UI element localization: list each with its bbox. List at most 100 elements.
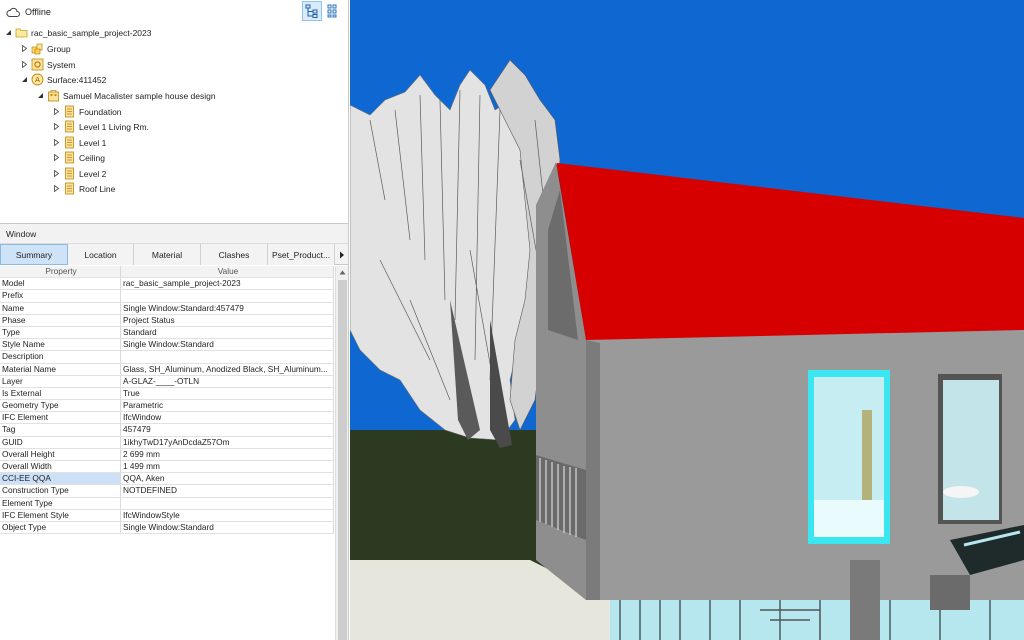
property-value: 1 499 mm bbox=[121, 461, 334, 473]
property-row[interactable]: Is External True bbox=[0, 387, 334, 401]
collapsed-arrow-icon[interactable] bbox=[52, 153, 61, 162]
property-row[interactable]: Material Name Glass, SH_Aluminum, Anodize… bbox=[0, 363, 334, 376]
property-row[interactable]: Layer A-GLAZ-____-OTLN bbox=[0, 375, 334, 388]
property-name: Tag bbox=[0, 424, 121, 436]
collapsed-arrow-icon[interactable] bbox=[52, 169, 61, 178]
property-value: Project Status bbox=[121, 314, 334, 326]
property-value: Glass, SH_Aluminum, Anodized Black, SH_A… bbox=[121, 363, 334, 375]
tree-label-system: System bbox=[47, 59, 76, 70]
property-row[interactable]: Model rac_basic_sample_project-2023 bbox=[0, 278, 334, 291]
column-header-value[interactable]: Value bbox=[121, 266, 334, 278]
tree-node-group[interactable]: Group bbox=[20, 41, 71, 56]
surface-icon: A bbox=[31, 73, 44, 86]
tree-node-system[interactable]: System bbox=[20, 57, 75, 72]
property-row[interactable]: Type Standard bbox=[0, 326, 334, 340]
property-name: Material Name bbox=[0, 363, 121, 375]
scroll-thumb[interactable] bbox=[338, 280, 347, 640]
property-value: rac_basic_sample_project-2023 bbox=[121, 278, 334, 290]
collapsed-arrow-icon[interactable] bbox=[52, 138, 61, 147]
property-value: Standard bbox=[121, 326, 334, 339]
tab-clashes[interactable]: Clashes bbox=[201, 244, 268, 265]
level-icon bbox=[63, 105, 76, 118]
property-row[interactable]: Element Type bbox=[0, 497, 334, 510]
tab-pset-product[interactable]: Pset_Product... bbox=[268, 244, 335, 265]
tree-node-level[interactable]: Ceiling bbox=[52, 150, 105, 165]
expanded-arrow-icon[interactable] bbox=[36, 91, 45, 100]
property-row[interactable]: Tag 457479 bbox=[0, 424, 334, 437]
tab-location[interactable]: Location bbox=[68, 244, 134, 265]
property-name: Overall Height bbox=[0, 448, 121, 460]
property-row[interactable]: IFC Element Style IfcWindowStyle bbox=[0, 509, 334, 522]
tab-summary[interactable]: Summary bbox=[0, 244, 68, 265]
selected-window[interactable] bbox=[808, 370, 890, 544]
group-icon bbox=[31, 42, 44, 55]
property-value: Single Window:Standard:457479 bbox=[121, 302, 334, 314]
property-row[interactable]: Name Single Window:Standard:457479 bbox=[0, 302, 334, 315]
tree-node-design[interactable]: Samuel Macalister sample house design bbox=[36, 88, 216, 103]
collapsed-arrow-icon[interactable] bbox=[52, 122, 61, 131]
collapsed-arrow-icon[interactable] bbox=[52, 184, 61, 193]
property-name: Overall Width bbox=[0, 461, 121, 473]
3d-viewport[interactable] bbox=[350, 0, 1024, 640]
model-tree: rac_basic_sample_project-2023 Group Syst… bbox=[0, 24, 348, 224]
property-value: IfcWindow bbox=[121, 412, 334, 424]
property-row[interactable]: Phase Project Status bbox=[0, 314, 334, 327]
system-icon bbox=[31, 58, 44, 71]
property-name: Type bbox=[0, 326, 121, 339]
property-name: Model bbox=[0, 278, 121, 290]
property-row[interactable]: Construction Type NOTDEFINED bbox=[0, 485, 334, 498]
properties-scrollbar[interactable] bbox=[335, 266, 348, 640]
property-row[interactable]: IFC Element IfcWindow bbox=[0, 412, 334, 425]
tree-label-level: Roof Line bbox=[79, 183, 116, 194]
collapsed-arrow-icon[interactable] bbox=[20, 60, 29, 69]
grid-view-button[interactable] bbox=[324, 1, 344, 21]
tree-node-level[interactable]: Foundation bbox=[52, 104, 122, 119]
property-row[interactable]: GUID 1ikhyTwD17yAnDcdaZ57Om bbox=[0, 436, 334, 449]
chevron-right-icon bbox=[340, 251, 344, 258]
window[interactable] bbox=[938, 374, 1002, 524]
tree-view-button[interactable] bbox=[302, 1, 322, 21]
grid-header: Property Value bbox=[0, 266, 334, 279]
tree-label-level: Level 1 bbox=[79, 137, 107, 148]
tree-node-level[interactable]: Level 1 bbox=[52, 135, 106, 150]
properties-title-text: Window bbox=[6, 228, 37, 239]
property-value bbox=[121, 290, 334, 302]
tab-scroll-right-button[interactable] bbox=[335, 244, 348, 265]
collapsed-arrow-icon[interactable] bbox=[52, 107, 61, 116]
property-row[interactable]: Object Type Single Window:Standard bbox=[0, 521, 334, 535]
property-row[interactable]: Geometry Type Parametric bbox=[0, 400, 334, 413]
tree-node-level[interactable]: Level 1 Living Rm. bbox=[52, 119, 149, 134]
scroll-up-button[interactable] bbox=[336, 266, 348, 278]
column-header-property[interactable]: Property bbox=[0, 266, 121, 278]
property-row[interactable]: Overall Height 2 699 mm bbox=[0, 448, 334, 461]
property-row[interactable]: Prefix bbox=[0, 290, 334, 303]
property-row[interactable]: CCI-EE QQA QQA, Aken bbox=[0, 473, 334, 486]
property-row[interactable]: Description bbox=[0, 351, 334, 364]
property-row[interactable]: Style Name Single Window:Standard bbox=[0, 339, 334, 352]
level-icon bbox=[63, 136, 76, 149]
property-value: Parametric bbox=[121, 400, 334, 412]
tab-material[interactable]: Material bbox=[134, 244, 201, 265]
tree-node-level[interactable]: Roof Line bbox=[52, 181, 115, 196]
property-value: 2 699 mm bbox=[121, 448, 334, 460]
tree-node-level[interactable]: Level 2 bbox=[52, 166, 106, 181]
property-name: Geometry Type bbox=[0, 400, 121, 412]
property-name: Construction Type bbox=[0, 485, 121, 497]
property-name: Object Type bbox=[0, 521, 121, 534]
chevron-up-icon bbox=[339, 270, 345, 274]
property-name: Is External bbox=[0, 387, 121, 400]
tree-node-root[interactable]: rac_basic_sample_project-2023 bbox=[4, 25, 152, 40]
expanded-arrow-icon[interactable] bbox=[20, 75, 29, 84]
property-row[interactable]: Overall Width 1 499 mm bbox=[0, 461, 334, 474]
properties-tabs: Summary Location Material Clashes Pset_P… bbox=[0, 244, 348, 265]
property-name: GUID bbox=[0, 436, 121, 448]
tree-view-icon bbox=[305, 4, 318, 18]
expanded-arrow-icon[interactable] bbox=[4, 28, 13, 37]
property-value bbox=[121, 351, 334, 363]
properties-grid: Property Value Model rac_basic_sample_pro… bbox=[0, 266, 334, 535]
collapsed-arrow-icon[interactable] bbox=[20, 44, 29, 53]
property-value: 457479 bbox=[121, 424, 334, 436]
building-icon bbox=[47, 89, 60, 102]
tree-node-surface[interactable]: A Surface:411452 bbox=[20, 72, 106, 87]
connection-status: Offline bbox=[25, 7, 51, 17]
